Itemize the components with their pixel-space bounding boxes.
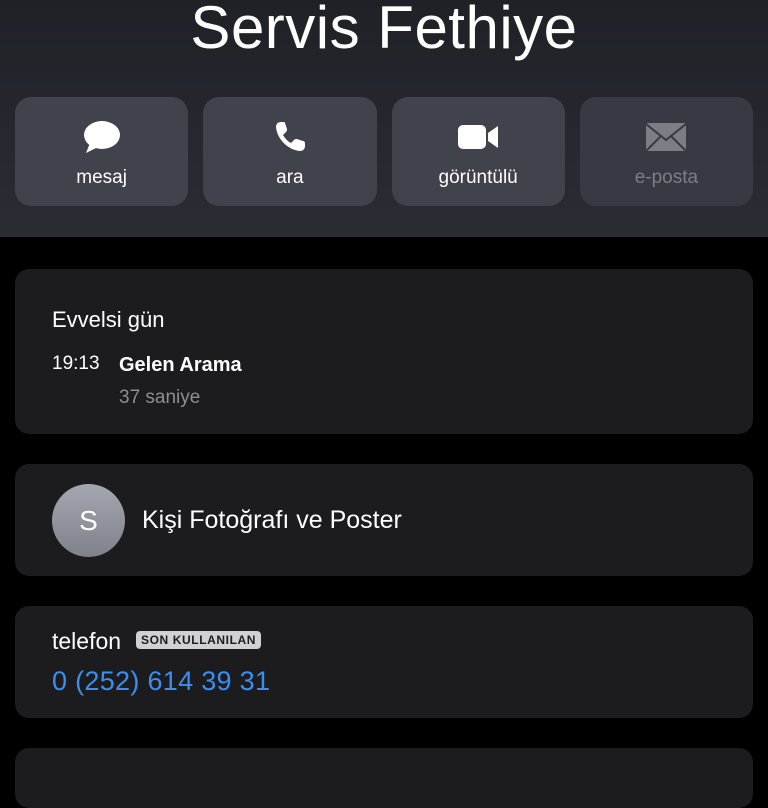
message-button[interactable]: mesaj: [15, 97, 189, 206]
contact-name: Servis Fethiye: [190, 0, 578, 61]
next-card: [15, 748, 753, 808]
call-label: ara: [276, 167, 304, 188]
call-date: Evvelsi gün: [52, 307, 165, 332]
message-label: mesaj: [76, 167, 127, 188]
recent-badge: SON KULLANILAN: [136, 631, 262, 649]
contact-photo-poster-label: Kişi Fotoğrafı ve Poster: [142, 506, 402, 534]
call-button[interactable]: ara: [203, 97, 377, 206]
video-camera-icon: [457, 119, 499, 155]
call-time: 19:13: [52, 353, 100, 374]
call-history-card: Evvelsi gün 19:13 Gelen Arama 37 saniye: [15, 269, 753, 434]
call-duration: 37 saniye: [119, 387, 201, 408]
phone-card[interactable]: telefon SON KULLANILAN 0 (252) 614 39 31: [15, 606, 753, 718]
avatar: S: [52, 484, 125, 557]
contact-header: Servis Fethiye mesaj ara görüntülü e-pos…: [0, 0, 768, 237]
email-button[interactable]: e-posta: [579, 97, 753, 206]
email-label: e-posta: [634, 167, 699, 188]
contact-photo-poster-card[interactable]: S Kişi Fotoğrafı ve Poster: [15, 464, 753, 576]
phone-label: telefon: [52, 628, 122, 654]
phone-icon: [273, 119, 307, 155]
call-type: Gelen Arama: [119, 354, 242, 376]
video-button[interactable]: görüntülü: [391, 97, 565, 206]
message-bubble-icon: [82, 119, 122, 155]
quick-actions: mesaj ara görüntülü e-posta: [15, 97, 753, 206]
phone-number[interactable]: 0 (252) 614 39 31: [52, 666, 270, 697]
envelope-icon: [645, 119, 688, 155]
video-label: görüntülü: [438, 167, 518, 188]
